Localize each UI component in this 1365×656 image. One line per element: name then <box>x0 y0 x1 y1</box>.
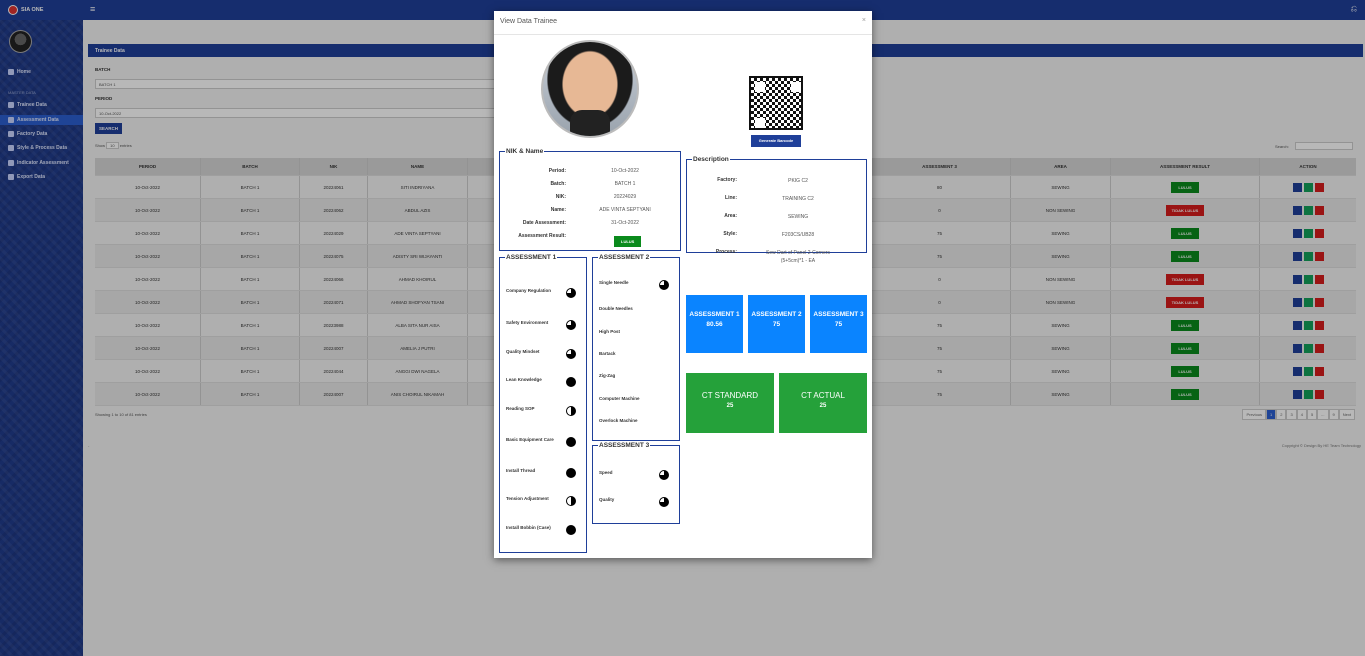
field-label: Factory: <box>717 177 737 183</box>
field-label: Period: <box>548 168 566 174</box>
criteria-label: Quality <box>599 497 615 502</box>
score-card-label: ASSESSMENT 3 <box>813 311 864 318</box>
ct-card-value: 25 <box>726 403 734 409</box>
field-value: F203CS/UB28 <box>781 232 815 238</box>
field-label: Date Assessment: <box>522 220 566 226</box>
trainee-photo <box>541 40 639 138</box>
field-value: 20224029 <box>613 194 637 200</box>
score-card-value: 75 <box>834 321 843 328</box>
field-value: PKIG C2 <box>788 178 808 184</box>
generate-barcode-button[interactable]: Generate Barcode <box>751 135 801 147</box>
criteria-label: Zig-Zag <box>599 373 616 378</box>
field-label: Assessment Result: <box>518 233 566 239</box>
nik-name-legend: NIK & Name <box>506 148 544 155</box>
ct-card-value: 25 <box>819 403 827 409</box>
modal-title: View Data Trainee <box>500 18 558 25</box>
view-trainee-modal: View Data Trainee × Generate Barcode NIK… <box>494 11 872 558</box>
level-pie-icon <box>566 496 576 506</box>
level-pie-icon <box>566 525 576 535</box>
criteria-label: Lean Knowledge <box>506 377 542 382</box>
assessment1-fieldset: ASSESSMENT 1 Company Regulation Safety En… <box>499 254 587 553</box>
field-value: 31-Oct-2022 <box>611 220 639 226</box>
level-pie-icon <box>566 349 576 359</box>
description-legend: Description <box>693 156 729 163</box>
assessment2-fieldset: ASSESSMENT 2 Single Needle Double Needles… <box>592 254 680 441</box>
field-label: Line: <box>725 195 737 201</box>
field-label: Batch: <box>550 181 566 187</box>
score-card-label: ASSESSMENT 1 <box>689 311 740 318</box>
qr-code <box>749 76 803 130</box>
criteria-label: Install Thread <box>506 468 536 473</box>
assessment3-fieldset: ASSESSMENT 3 Speed Quality <box>592 442 680 524</box>
score-card-value: 80.56 <box>706 321 723 328</box>
level-pie-icon <box>566 377 576 387</box>
criteria-label: Speed <box>599 470 613 475</box>
score-card-label: ASSESSMENT 2 <box>751 311 802 318</box>
level-pie-icon <box>566 406 576 416</box>
ct-card-label: CT ACTUAL <box>801 391 845 400</box>
criteria-label: Tension Adjustment <box>506 496 549 501</box>
assessment3-score-card: ASSESSMENT 3 75 <box>810 295 867 353</box>
level-pie-icon <box>566 288 576 298</box>
criteria-label: Company Regulation <box>506 288 552 293</box>
field-value: Sew Dart of Panel 2-Corners (5+5cm)*1 - … <box>766 250 830 264</box>
assessment3-legend: ASSESSMENT 3 <box>599 442 650 449</box>
criteria-label: Install Bobbin (Case) <box>506 525 551 530</box>
criteria-label: Safety Environment <box>506 320 549 325</box>
nik-name-fieldset: NIK & Name Period: 10-Oct-2022 Batch: BATCH… <box>499 148 681 251</box>
ct-actual-card: CT ACTUAL 25 <box>779 373 867 433</box>
criteria-label: Single Needle <box>599 280 629 285</box>
criteria-label: Double Needles <box>599 306 633 311</box>
description-fieldset: Description Factory: PKIG C2 Line: TRAINING… <box>686 156 867 264</box>
field-label: NIK: <box>555 194 566 200</box>
criteria-label: Computer Machine <box>599 396 640 401</box>
assessment2-legend: ASSESSMENT 2 <box>599 254 650 261</box>
assessment2-score-card: ASSESSMENT 2 75 <box>748 295 805 353</box>
field-value: TRAINING C2 <box>782 196 814 202</box>
level-pie-icon <box>659 470 669 480</box>
field-value: ADE VINTA SEPTYANI <box>599 207 651 213</box>
level-pie-icon <box>566 468 576 478</box>
criteria-label: High Post <box>599 329 620 334</box>
field-label: Style: <box>723 231 737 237</box>
field-label: Name: <box>550 207 566 213</box>
level-pie-icon <box>566 437 576 447</box>
level-pie-icon <box>659 497 669 507</box>
field-label: Area: <box>724 213 737 219</box>
criteria-label: Basic Equipment Care <box>506 437 554 442</box>
field-value: 10-Oct-2022 <box>611 168 639 174</box>
criteria-label: Overlock Machine <box>599 418 638 423</box>
ct-card-label: CT STANDARD <box>701 391 759 400</box>
level-pie-icon <box>659 280 669 290</box>
field-label: Process: <box>715 249 737 255</box>
field-value: BATCH 1 <box>614 181 636 187</box>
criteria-label: Reading SOP <box>506 406 535 411</box>
assessment1-legend: ASSESSMENT 1 <box>506 254 557 261</box>
criteria-label: Quality Mindset <box>506 349 540 354</box>
close-icon[interactable]: × <box>862 17 866 24</box>
ct-standard-card: CT STANDARD 25 <box>686 373 774 433</box>
assessment-result-badge: LULUS <box>614 236 642 247</box>
level-pie-icon <box>566 320 576 330</box>
assessment1-score-card: ASSESSMENT 1 80.56 <box>686 295 743 353</box>
field-value: SEWING <box>787 214 809 220</box>
score-card-value: 75 <box>772 321 781 328</box>
criteria-label: Bartack <box>599 351 616 356</box>
